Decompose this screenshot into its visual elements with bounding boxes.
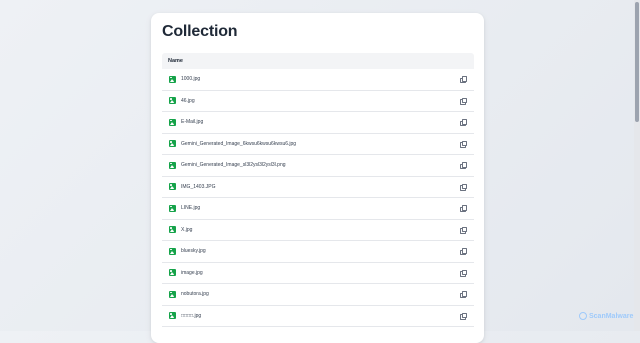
image-icon bbox=[169, 204, 176, 212]
table-row[interactable]: image.jpg bbox=[162, 263, 474, 284]
image-icon bbox=[169, 269, 176, 276]
table-row[interactable]: Gemini_Generated_Image_6kwsu6kwsu6kwsu6.… bbox=[162, 134, 474, 155]
image-icon bbox=[169, 183, 176, 190]
image-icon bbox=[169, 140, 176, 147]
file-name-link[interactable]: Gemini_Generated_Image_6kwsu6kwsu6kwsu6.… bbox=[181, 141, 296, 147]
copy-icon[interactable] bbox=[460, 291, 467, 298]
table-body: 1000.jpg 46.jpg E-Mail.jpg Gemini_Generated… bbox=[162, 69, 474, 327]
collection-card: Collection Name 1000.jpg 46.jpg E-Mail.jpg… bbox=[151, 13, 484, 343]
copy-icon[interactable] bbox=[460, 76, 467, 83]
copy-icon[interactable] bbox=[460, 269, 467, 277]
copy-icon[interactable] bbox=[460, 183, 467, 191]
page-title: Collection bbox=[162, 23, 238, 40]
table-row[interactable]: □□□□.jpg bbox=[162, 306, 474, 327]
scanmalware-logo-icon bbox=[579, 312, 587, 320]
image-icon bbox=[169, 75, 176, 83]
watermark: ScanMalware bbox=[579, 311, 633, 321]
table-row[interactable]: IMG_1403.JPG bbox=[162, 177, 474, 198]
file-name-link[interactable]: 46.jpg bbox=[181, 98, 195, 104]
copy-icon[interactable] bbox=[460, 248, 467, 255]
image-icon bbox=[169, 226, 176, 233]
column-header-name: Name bbox=[168, 58, 183, 64]
copy-icon[interactable] bbox=[460, 226, 467, 234]
copy-icon[interactable] bbox=[460, 162, 467, 169]
file-name-link[interactable]: LINE.jpg bbox=[181, 205, 200, 211]
image-icon bbox=[169, 290, 176, 298]
copy-icon[interactable] bbox=[460, 140, 467, 148]
table-row[interactable]: nobutora.jpg bbox=[162, 284, 474, 306]
table-row[interactable]: 46.jpg bbox=[162, 91, 474, 112]
file-name-link[interactable]: E-Mail.jpg bbox=[181, 119, 203, 125]
watermark-text: ScanMalware bbox=[589, 312, 634, 320]
table-row[interactable]: E-Mail.jpg bbox=[162, 112, 474, 134]
table-row[interactable]: LINE.jpg bbox=[162, 198, 474, 220]
image-icon bbox=[169, 247, 176, 255]
table-header: Name bbox=[162, 53, 474, 69]
scrollbar-thumb[interactable] bbox=[635, 2, 639, 122]
file-name-link[interactable]: □□□□.jpg bbox=[181, 313, 201, 319]
file-name-link[interactable]: 1000.jpg bbox=[181, 76, 200, 82]
table-row[interactable]: X.jpg bbox=[162, 220, 474, 241]
copy-icon[interactable] bbox=[460, 97, 467, 105]
copy-icon[interactable] bbox=[460, 119, 467, 126]
file-name-link[interactable]: X.jpg bbox=[181, 227, 192, 233]
copy-icon[interactable] bbox=[460, 205, 467, 212]
image-icon bbox=[169, 312, 176, 319]
page-scrollbar[interactable] bbox=[634, 0, 640, 331]
image-icon bbox=[169, 161, 176, 169]
table-row[interactable]: 1000.jpg bbox=[162, 69, 474, 91]
file-name-link[interactable]: image.jpg bbox=[181, 270, 203, 276]
image-icon bbox=[169, 118, 176, 126]
copy-icon[interactable] bbox=[460, 312, 467, 320]
file-name-link[interactable]: bluesky.jpg bbox=[181, 248, 206, 254]
table-row[interactable]: bluesky.jpg bbox=[162, 241, 474, 263]
file-table: Name 1000.jpg 46.jpg E-Mail.jpg Gemini_Gene… bbox=[162, 53, 474, 327]
file-name-link[interactable]: IMG_1403.JPG bbox=[181, 184, 215, 190]
table-row[interactable]: Gemini_Generated_Image_sl3l2ysl3l2ysl3l.… bbox=[162, 155, 474, 177]
file-name-link[interactable]: nobutora.jpg bbox=[181, 291, 209, 297]
file-name-link[interactable]: Gemini_Generated_Image_sl3l2ysl3l2ysl3l.… bbox=[181, 162, 286, 168]
image-icon bbox=[169, 97, 176, 104]
